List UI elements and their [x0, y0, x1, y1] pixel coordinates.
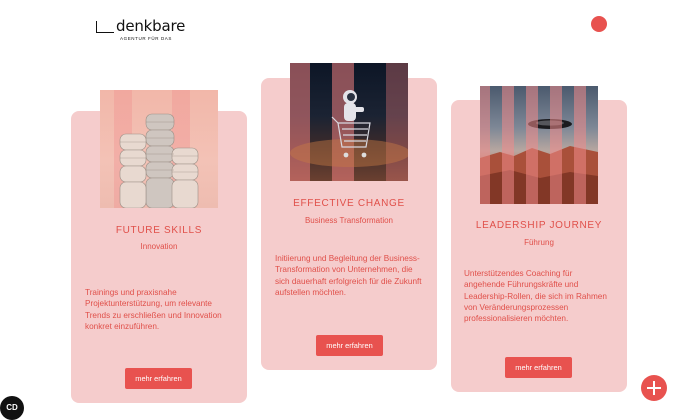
plus-icon-vertical [653, 381, 655, 395]
logo-text: denkbare [116, 17, 186, 35]
mehr-erfahren-button[interactable]: mehr erfahren [125, 368, 192, 389]
card-subtitle: Innovation [140, 242, 178, 251]
astronaut-shopping-cart-image [290, 63, 408, 181]
card-title: EFFECTIVE CHANGE [293, 198, 405, 209]
brand-logo[interactable]: denkbare AGENTUR FÜR DAS [96, 17, 192, 42]
logo-mark-icon [96, 21, 114, 33]
card-title: FUTURE SKILLS [115, 225, 203, 236]
plus-button[interactable] [641, 375, 667, 401]
card-subtitle: Führung [524, 238, 554, 247]
mehr-erfahren-button[interactable]: mehr erfahren [316, 335, 383, 356]
logo-tagline: AGENTUR FÜR DAS [120, 36, 173, 41]
mehr-erfahren-button[interactable]: mehr erfahren [505, 357, 572, 378]
stacked-towers-image [100, 90, 218, 208]
desert-ufo-image [480, 86, 598, 204]
card-description: Unterstützendes Coaching für angehende F… [464, 269, 607, 324]
card-description: Initiierung und Begleitung der Business-… [275, 254, 422, 297]
menu-dot-icon[interactable] [591, 16, 607, 32]
card-description: Trainings und praxisnahe Projektunterstü… [85, 288, 222, 331]
cookie-settings-button[interactable]: CD [0, 396, 24, 420]
card-title: LEADERSHIP JOURNEY [475, 220, 603, 231]
card-subtitle: Business Transformation [304, 216, 394, 225]
